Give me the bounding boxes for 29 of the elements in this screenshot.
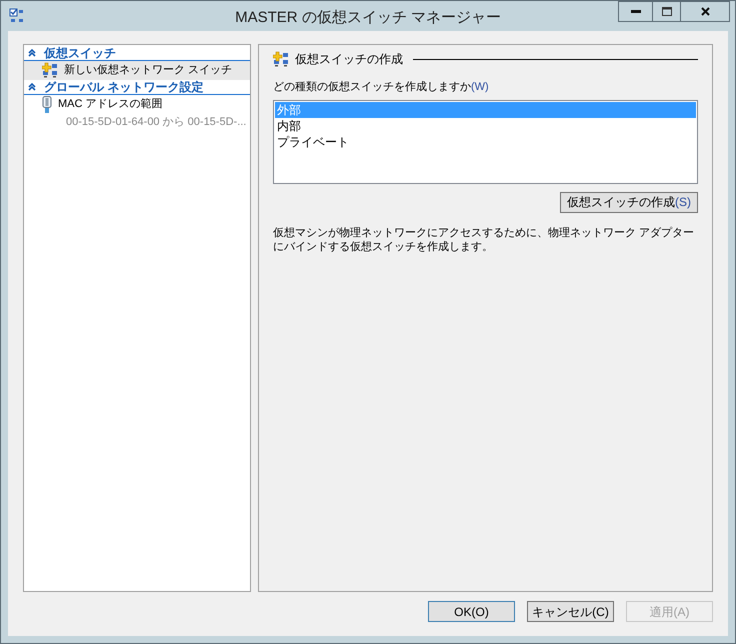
list-item[interactable]: 内部	[275, 118, 696, 134]
minimize-icon	[630, 10, 640, 14]
section-title: グローバル ネットワーク設定	[44, 78, 204, 96]
sidebar-item[interactable]: MAC アドレスの範囲 00-15-5D-01-64-00 から 00-15-5D-...	[24, 94, 250, 131]
minimize-button[interactable]	[618, 1, 653, 22]
section-title: 仮想スイッチ	[44, 45, 116, 62]
item-label: 新しい仮想ネットワーク スイッチ	[64, 62, 232, 78]
item-detail: 00-15-5D-01-64-00 から 00-15-5D-...	[65, 114, 248, 130]
section-header[interactable]: グローバル ネットワーク設定	[24, 80, 250, 94]
close-button[interactable]	[680, 1, 730, 22]
sidebar-item[interactable]: 新しい仮想ネットワーク スイッチ	[24, 61, 250, 80]
panel-title: 仮想スイッチの作成	[295, 51, 403, 68]
maximize-button[interactable]	[653, 1, 680, 22]
list-label: どの種類の仮想スイッチを作成しますか(W)	[273, 80, 490, 95]
window-title: MASTER の仮想スイッチ マネージャー	[234, 8, 502, 28]
app-icon	[9, 8, 25, 24]
collapse-icon[interactable]	[28, 49, 36, 57]
description-text: 仮想マシンが物理ネットワークにアクセスするために、物理ネットワーク アダプターにバインドする仮想スイッチを作成します。	[273, 226, 696, 254]
network-switch-icon	[42, 62, 58, 78]
item-label: MAC アドレスの範囲	[58, 97, 162, 112]
network-switch-icon	[273, 51, 289, 67]
close-icon	[700, 7, 710, 16]
list-item[interactable]: プライベート	[275, 134, 696, 150]
dialog-button[interactable]: キャンセル(C)	[527, 601, 614, 622]
collapse-icon[interactable]	[28, 82, 36, 90]
network-adapter-icon	[42, 96, 52, 114]
dialog-button[interactable]: OK(O)	[428, 601, 515, 622]
maximize-icon	[662, 7, 672, 16]
create-switch-button[interactable]: 仮想スイッチの作成(S)	[560, 192, 698, 212]
